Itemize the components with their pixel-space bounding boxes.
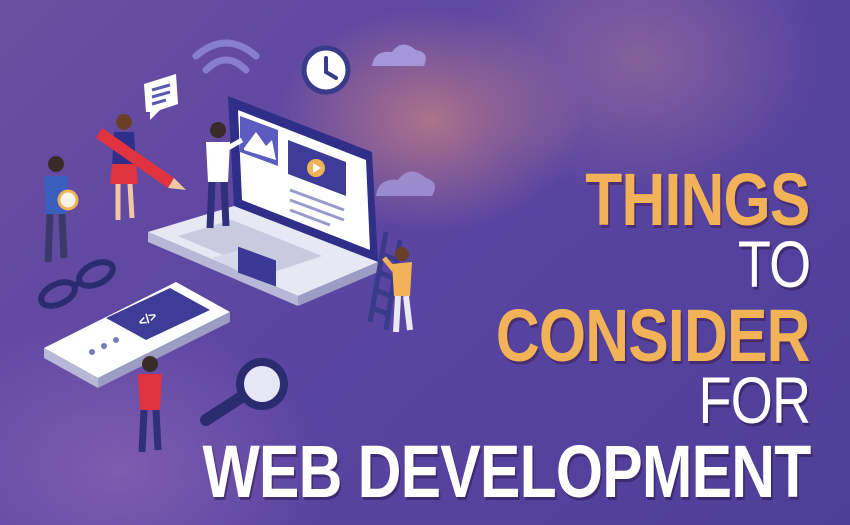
web-development-banner: </> </> THINGS TO CONSIDER FOR WEB DEVEL… — [0, 0, 850, 525]
headline-line-web-development: WEB DEVELOPMENT — [201, 430, 811, 513]
person-with-pencil — [110, 114, 138, 220]
eyeglasses-icon — [38, 259, 116, 309]
clock-icon — [301, 45, 351, 95]
headline-line-for: FOR — [698, 363, 811, 437]
person-with-phone — [138, 356, 162, 453]
person-with-badge — [44, 156, 79, 263]
chat-bubble-icon — [144, 74, 178, 120]
magnifying-glass-icon — [200, 358, 288, 426]
pencil-icon — [96, 128, 186, 190]
headline-line-to: TO — [737, 227, 810, 301]
cloud-icon — [372, 44, 426, 66]
cloud-icon — [376, 171, 435, 196]
wifi-icon — [192, 39, 260, 74]
